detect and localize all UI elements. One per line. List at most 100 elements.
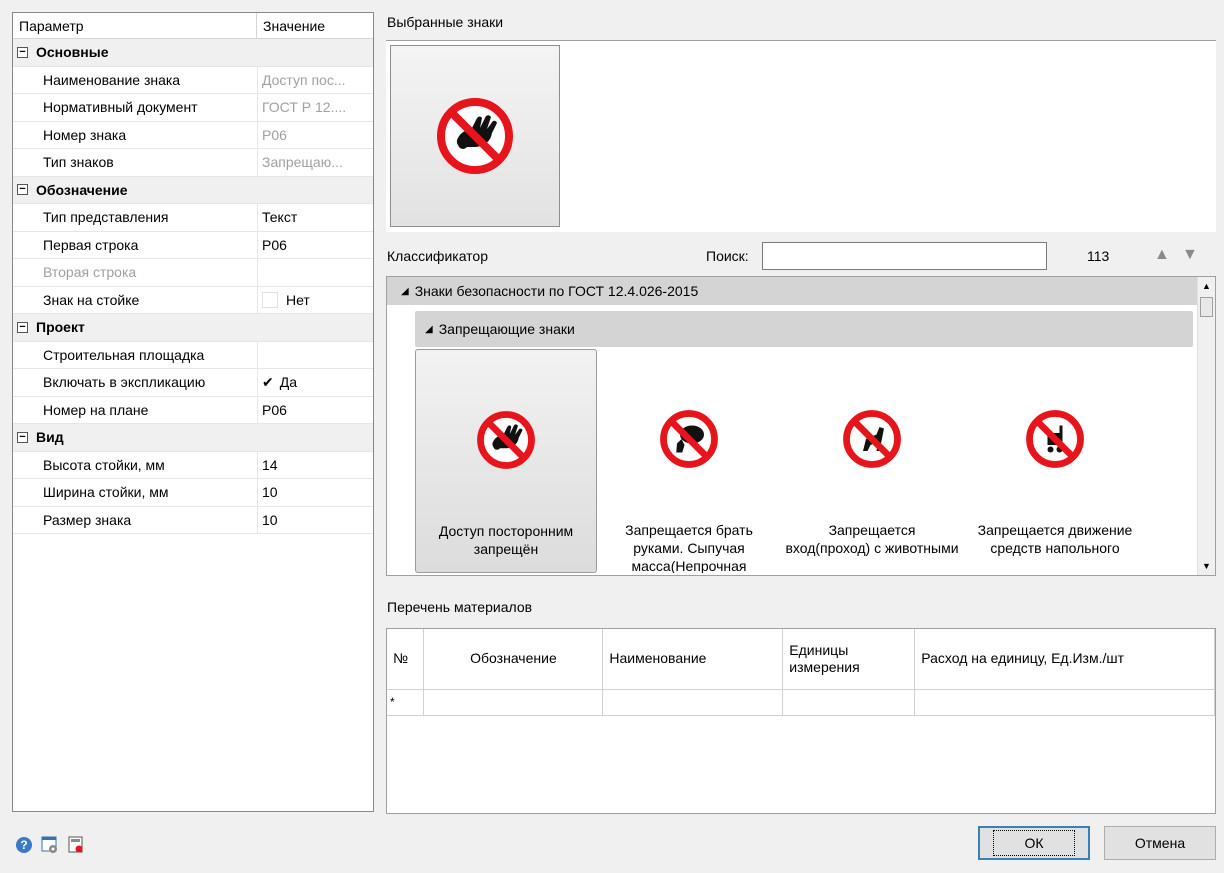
collapse-icon[interactable]: − — [17, 321, 28, 333]
column-header-name[interactable]: Наименование — [602, 629, 784, 690]
category-view[interactable]: − Вид — [13, 424, 373, 452]
property-row[interactable]: Нормативный документ ГОСТ Р 12.... — [13, 94, 373, 122]
no-entry-hand-icon — [437, 98, 513, 174]
sign-label: Запрещается брать руками. Сыпучая масса(… — [625, 522, 753, 573]
property-row[interactable]: Первая строка Р06 — [13, 231, 373, 259]
vertical-scrollbar[interactable]: ▲ ▼ — [1197, 277, 1215, 575]
table-cell[interactable] — [782, 689, 916, 716]
plan-number-field[interactable]: Р06 — [257, 396, 373, 423]
new-row-marker: * — [387, 689, 425, 716]
column-header-number[interactable]: № — [387, 629, 425, 690]
sign-size-field[interactable]: 10 — [257, 506, 373, 533]
scroll-up-icon[interactable]: ▲ — [1198, 277, 1215, 295]
property-label: Ширина стойки, мм — [43, 484, 169, 501]
collapse-icon[interactable]: − — [17, 184, 28, 196]
include-in-explication-field[interactable]: ✔ Да — [257, 369, 373, 396]
first-line-field[interactable]: Р06 — [257, 231, 373, 258]
property-value: ГОСТ Р 12.... — [257, 94, 373, 121]
selected-signs-title: Выбранные знаки — [387, 14, 504, 30]
category-main[interactable]: − Основные — [13, 39, 373, 67]
property-row[interactable]: Номер на плане Р06 — [13, 396, 373, 424]
on-stand-field[interactable]: Нет — [257, 286, 373, 313]
table-header-row: № Обозначение Наименование Единицы измер… — [387, 629, 1215, 690]
category-title: Вид — [36, 429, 64, 446]
sign-card[interactable]: Доступ посторонним запрещён — [415, 349, 597, 573]
property-label: Тип знаков — [43, 154, 114, 171]
include-checkbox[interactable]: ✔ — [262, 374, 274, 391]
property-label: Тип представления — [43, 209, 169, 226]
scroll-down-icon[interactable]: ▼ — [1198, 557, 1215, 575]
property-row[interactable]: Строительная площадка — [13, 341, 373, 369]
property-row[interactable]: Включать в экспликацию ✔ Да — [13, 369, 373, 397]
classifier-panel[interactable]: ◢ Знаки безопасности по ГОСТ 12.4.026-20… — [386, 276, 1216, 576]
construction-site-field[interactable] — [257, 341, 373, 368]
property-row[interactable]: Тип представления Текст — [13, 204, 373, 232]
table-row-new[interactable]: * — [387, 689, 1215, 716]
property-row: Вторая строка — [13, 259, 373, 287]
on-stand-value: Нет — [286, 291, 310, 308]
property-label: Номер на плане — [43, 401, 149, 418]
no-forklift-icon — [1026, 410, 1084, 468]
property-label: Строительная площадка — [43, 346, 205, 363]
table-cell[interactable] — [914, 689, 1215, 716]
property-value: Р06 — [257, 121, 373, 148]
result-count: 113 — [1087, 248, 1110, 264]
group-header[interactable]: ◢ Знаки безопасности по ГОСТ 12.4.026-20… — [387, 277, 1197, 305]
stand-height-field[interactable]: 14 — [257, 451, 373, 478]
sign-card[interactable]: Запрещается движение средств напольного — [964, 349, 1146, 573]
table-cell[interactable] — [602, 689, 784, 716]
property-grid[interactable]: Параметр Значение − Основные Наименовани… — [12, 12, 374, 812]
on-stand-checkbox[interactable] — [262, 291, 278, 308]
sign-label: Доступ посторонним запрещён — [438, 523, 574, 557]
sign-card[interactable]: Запрещается брать руками. Сыпучая масса(… — [598, 349, 780, 573]
column-header-units[interactable]: Единицы измерения — [782, 629, 916, 690]
include-value: Да — [279, 374, 298, 391]
arrow-up-icon[interactable]: ▲ — [1154, 246, 1170, 264]
settings-icon[interactable] — [40, 835, 60, 855]
selected-sign-tile[interactable] — [390, 45, 560, 227]
category-project[interactable]: − Проект — [13, 314, 373, 342]
column-header-value[interactable]: Значение — [257, 13, 373, 38]
representation-type-select[interactable]: Текст — [257, 204, 373, 231]
property-row[interactable]: Наименование знака Доступ пос... — [13, 66, 373, 94]
column-header-consumption[interactable]: Расход на единицу, Ед.Изм./шт — [914, 629, 1215, 690]
ok-button[interactable]: ОК — [978, 826, 1090, 860]
expand-triangle-icon[interactable]: ◢ — [401, 286, 409, 297]
property-label: Нормативный документ — [43, 99, 198, 116]
property-row[interactable]: Знак на стойке Нет — [13, 286, 373, 314]
property-row[interactable]: Тип знаков Запрещаю... — [13, 149, 373, 177]
help-icon[interactable]: ? — [14, 835, 34, 855]
expand-triangle-icon[interactable]: ◢ — [425, 324, 433, 335]
search-label: Поиск: — [706, 248, 749, 264]
property-row[interactable]: Ширина стойки, мм 10 — [13, 479, 373, 507]
property-label: Знак на стойке — [43, 291, 140, 308]
search-input[interactable] — [762, 242, 1047, 270]
property-label: Первая строка — [43, 236, 139, 253]
subgroup-header[interactable]: ◢ Запрещающие знаки — [415, 311, 1193, 347]
classifier-title: Классификатор — [387, 248, 489, 264]
collapse-icon[interactable]: − — [17, 46, 28, 58]
category-title: Основные — [36, 44, 109, 61]
property-label: Размер знака — [43, 511, 132, 528]
sign-card[interactable]: Запрещается вход(проход) с животными — [781, 349, 963, 573]
property-row[interactable]: Высота стойки, мм 14 — [13, 451, 373, 479]
category-title: Обозначение — [36, 181, 128, 198]
arrow-down-icon[interactable]: ▼ — [1182, 246, 1198, 264]
category-designation[interactable]: − Обозначение — [13, 176, 373, 204]
stand-width-field[interactable]: 10 — [257, 479, 373, 506]
column-header-param[interactable]: Параметр — [13, 13, 257, 38]
property-row[interactable]: Размер знака 10 — [13, 506, 373, 534]
property-value: Запрещаю... — [257, 149, 373, 176]
materials-title: Перечень материалов — [387, 599, 533, 615]
table-cell[interactable] — [423, 689, 604, 716]
property-row[interactable]: Номер знака Р06 — [13, 121, 373, 149]
sign-label: Запрещается вход(проход) с животными — [785, 522, 959, 556]
template-icon[interactable] — [66, 835, 86, 855]
materials-table[interactable]: № Обозначение Наименование Единицы измер… — [386, 628, 1216, 814]
cancel-button[interactable]: Отмена — [1104, 826, 1216, 860]
collapse-icon[interactable]: − — [17, 431, 28, 443]
property-value: Доступ пос... — [257, 66, 373, 93]
no-touch-icon — [660, 410, 718, 468]
scroll-thumb[interactable] — [1200, 297, 1213, 317]
column-header-designation[interactable]: Обозначение — [423, 629, 604, 690]
